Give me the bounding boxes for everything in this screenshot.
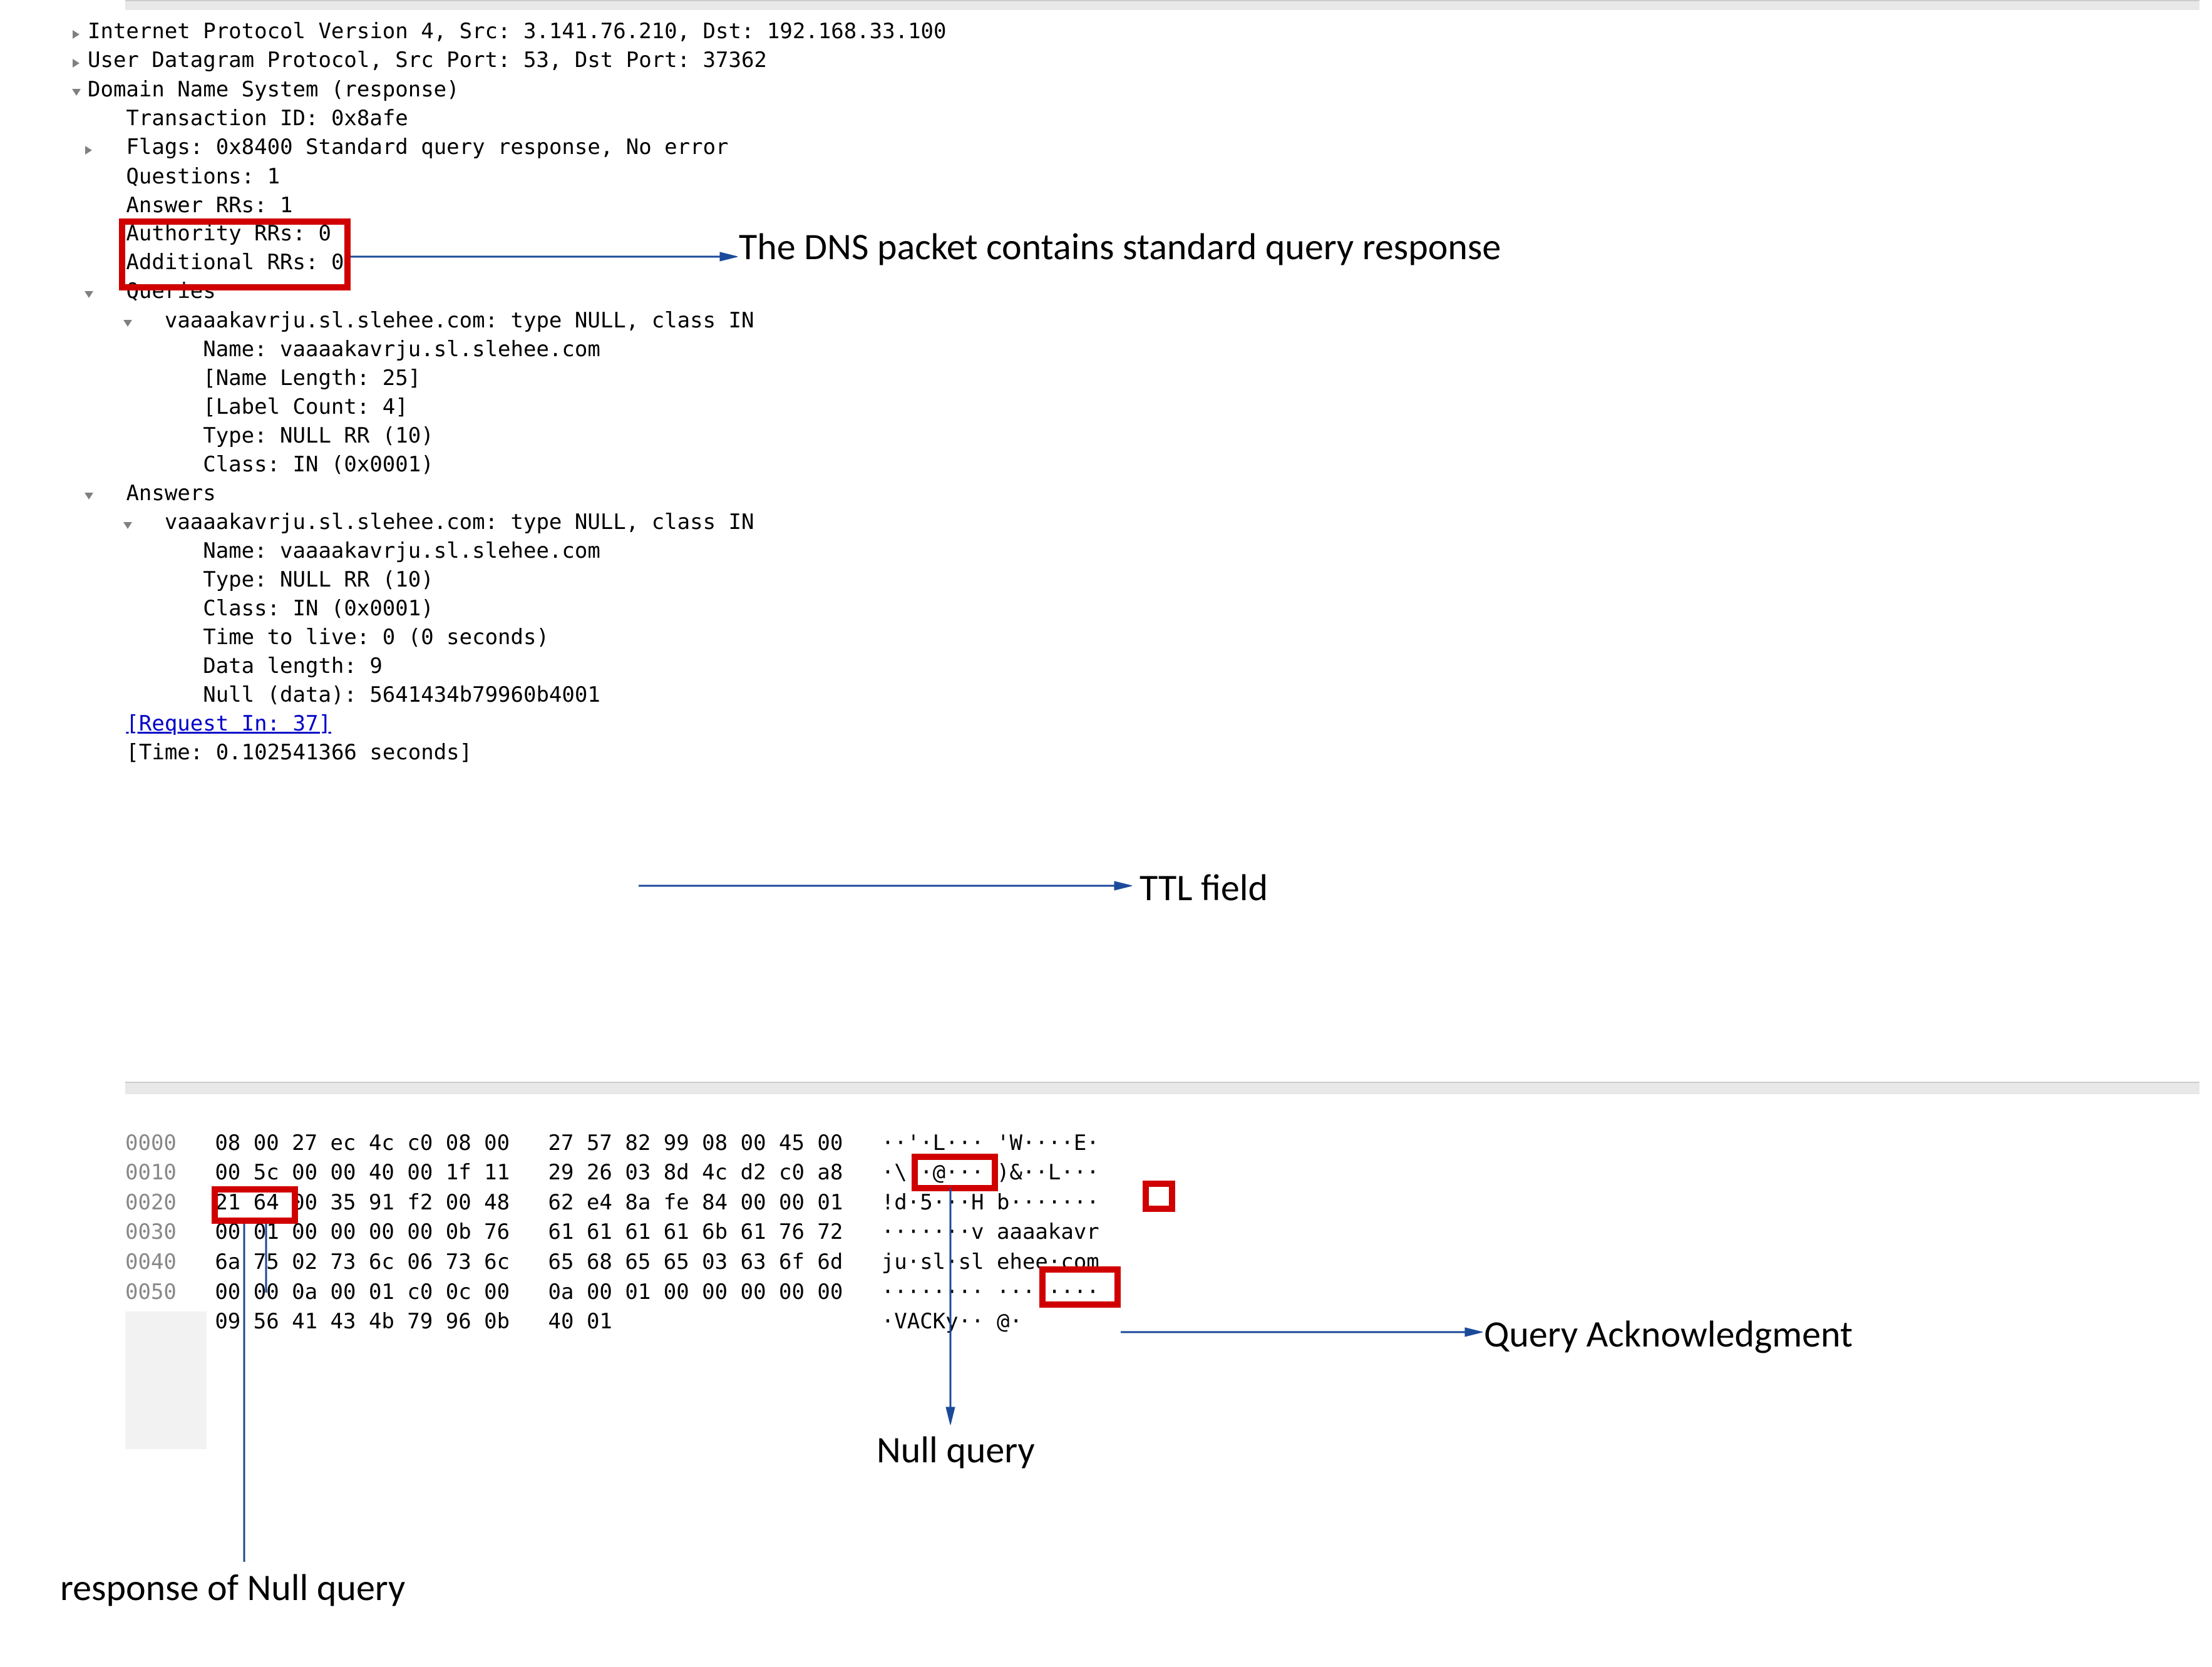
anno-text-null-query: Null query [877,1427,1035,1473]
tree-row-answer-type[interactable]: Type: NULL RR (10) [65,566,946,595]
anno-text-std-query-response: The DNS packet contains standard query r… [739,224,1501,270]
tree-row-dns[interactable]: Domain Name System (response) [65,76,946,105]
hex-offset: 0040 [125,1249,177,1275]
hex-offset: 0030 [125,1219,177,1244]
tree-row-flags[interactable]: Flags: 0x8400 Standard query response, N… [65,133,946,162]
hex-offset: 0050 [125,1280,177,1305]
caret-down-icon[interactable] [65,76,88,105]
caret-right-icon[interactable] [65,18,88,47]
anno-box-hex-00-01-q [912,1154,998,1191]
tree-row-ipv4[interactable]: Internet Protocol Version 4, Src: 3.141.… [65,18,946,46]
tree-row-answer-name[interactable]: Name: vaaaakavrju.sl.slehee.com [65,537,946,566]
tree-row-query-item[interactable]: vaaaakavrju.sl.slehee.com: type NULL, cl… [65,307,946,336]
tree-row-answer-null-data[interactable]: Null (data): 5641434b79960b4001 [65,681,946,710]
anno-text-ttl-field: TTL field [1139,865,1268,911]
tree-row-answer-ttl[interactable]: Time to live: 0 (0 seconds) [65,623,946,652]
anno-box-questions-answers [119,218,351,290]
tree-row-query-class[interactable]: Class: IN (0x0001) [65,451,946,480]
tree-row-query-name[interactable]: Name: vaaaakavrju.sl.slehee.com [65,336,946,364]
anno-box-ascii-v [1143,1181,1175,1212]
tree-row-answer-data-length[interactable]: Data length: 9 [65,652,946,681]
arrow-extender-box-a [263,1224,275,1293]
tree-row-request-in[interactable]: [Request In: 37] [65,710,946,739]
tree-row-time[interactable]: [Time: 0.102541366 seconds] [65,739,946,767]
arrow-to-response-null [232,1224,257,1562]
panel-top-divider [125,0,2199,10]
hex-pane-divider [125,1082,2199,1094]
tree-row-query-name-length[interactable]: [Name Length: 25] [65,364,946,393]
tree-row-answer-item[interactable]: vaaaakavrju.sl.slehee.com: type NULL, cl… [65,508,946,537]
tree-row-udp[interactable]: User Datagram Protocol, Src Port: 53, Ds… [65,46,946,75]
caret-right-icon[interactable] [78,134,100,163]
arrow-to-query-ack [1121,1326,1484,1338]
caret-down-icon[interactable] [116,307,139,336]
tree-row-query-type[interactable]: Type: NULL RR (10) [65,422,946,451]
hex-offset: 0020 [125,1190,177,1215]
tree-row-answer-class[interactable]: Class: IN (0x0001) [65,595,946,623]
anno-text-query-ack: Query Acknowledgment [1484,1311,1853,1357]
hex-left-bg [125,1311,207,1449]
tree-row-answer-rrs[interactable]: Answer RRs: 1 [65,192,946,220]
caret-down-icon[interactable] [116,509,139,538]
caret-down-icon[interactable] [78,278,100,307]
caret-down-icon[interactable] [78,480,100,508]
tree-row-answers[interactable]: Answers [65,480,946,508]
anno-text-response-null: response of Null query [60,1565,405,1611]
arrow-to-null-query [938,1188,963,1426]
tree-row-txid[interactable]: Transaction ID: 0x8afe [65,105,946,133]
tree-row-query-label-count[interactable]: [Label Count: 4] [65,393,946,422]
caret-right-icon[interactable] [65,47,88,76]
hex-offset: 0010 [125,1160,177,1185]
anno-box-hex-00-01-a [212,1186,298,1224]
hex-offset: 0000 [125,1131,177,1156]
tree-row-questions[interactable]: Questions: 1 [65,163,946,192]
arrow-to-std-response [351,250,739,263]
packet-tree: Internet Protocol Version 4, Src: 3.141.… [65,18,946,767]
arrow-to-ttl [639,880,1133,892]
anno-box-ascii-vack [1039,1266,1121,1308]
